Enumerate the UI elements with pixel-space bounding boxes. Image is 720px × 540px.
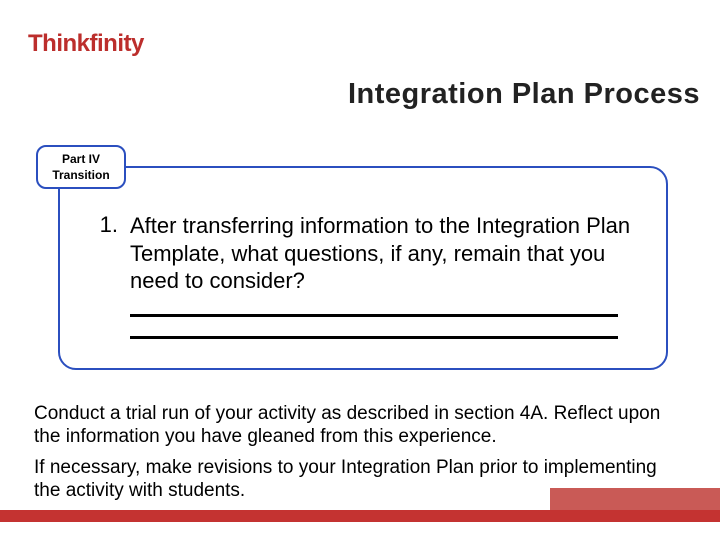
answer-blank-1 (130, 299, 618, 317)
section-tab: Part IV Transition (36, 145, 126, 189)
answer-blank-2 (130, 321, 618, 339)
footer-bar (0, 510, 720, 522)
instruction-paragraph-1: Conduct a trial run of your activity as … (34, 402, 686, 448)
brand-logo: Thinkfinity (28, 30, 144, 58)
question-number: 1. (88, 212, 118, 238)
question-text: After transferring information to the In… (130, 212, 638, 295)
logo-text: Thinkfinity (28, 30, 144, 57)
page-title: Integration Plan Process (0, 78, 700, 111)
question-panel: 1. After transferring information to the… (58, 166, 668, 370)
tab-line1: Part IV (62, 152, 100, 166)
tab-line2: Transition (52, 168, 109, 182)
footer-accent (550, 488, 720, 510)
